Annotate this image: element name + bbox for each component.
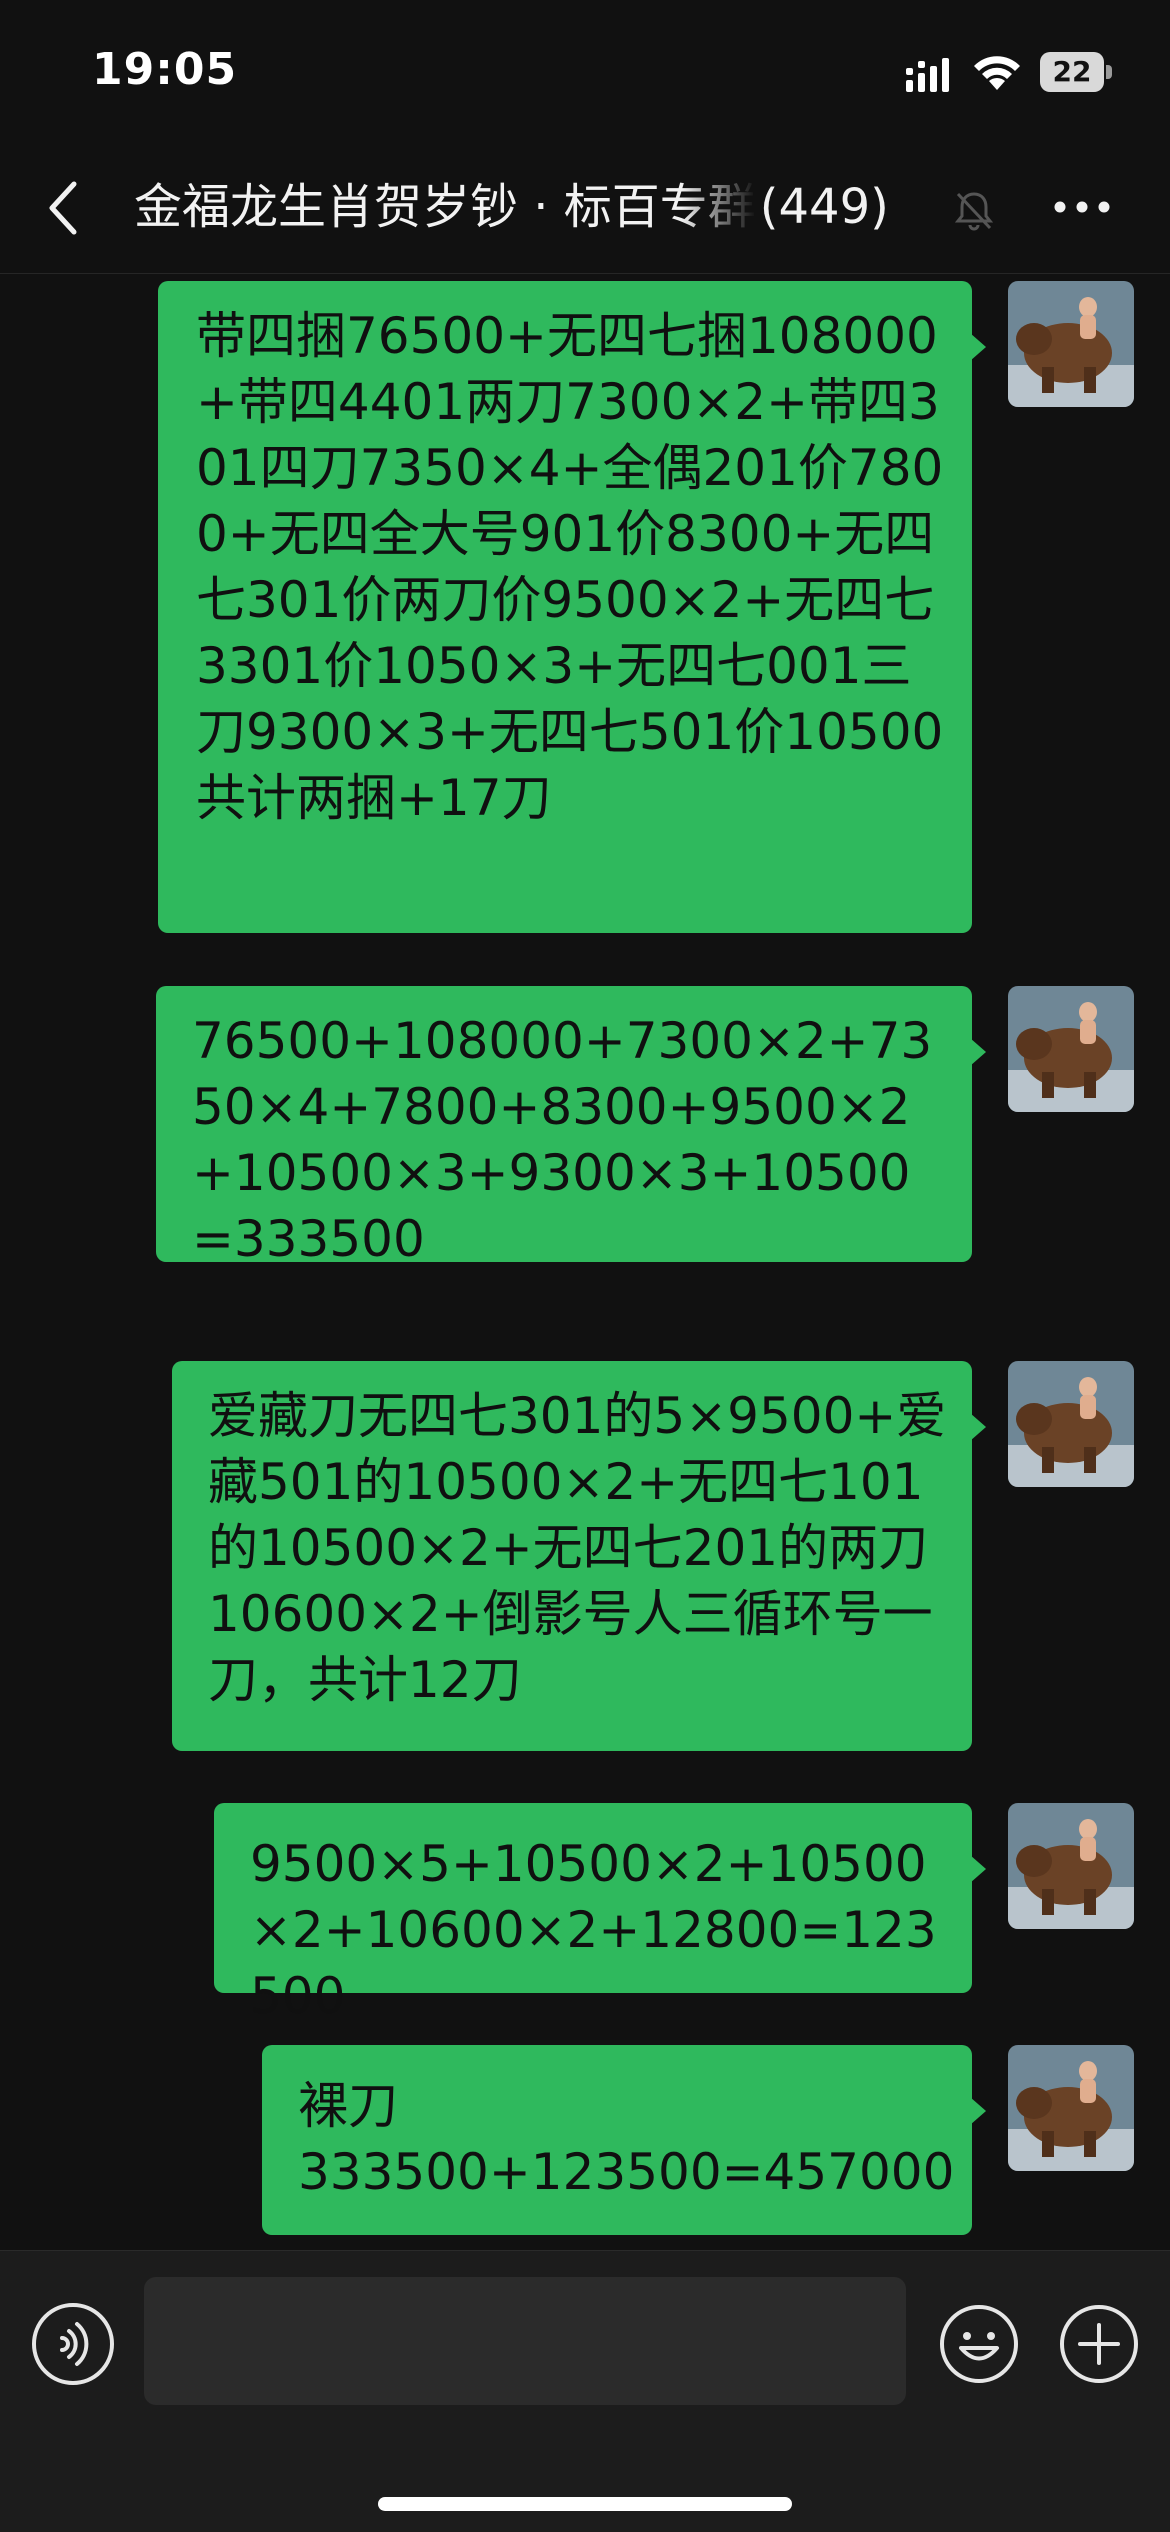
message-bubble[interactable]: 裸刀 333500+123500=457000 — [262, 2045, 986, 2235]
message-text: 爱藏刀无四七301的5×9500+爱藏501的10500×2+无四七101的10… — [208, 1387, 947, 1709]
status-bar: 19:05 22 — [0, 0, 1170, 140]
chat-screen: 19:05 22 金福龙生肖贺岁钞 · 标百专群 (449) 带四捆76500+… — [0, 0, 1170, 2532]
nav-bar: 金福龙生肖贺岁钞 · 标百专群 (449) — [0, 140, 1170, 274]
message-input[interactable] — [144, 2277, 906, 2405]
input-bar — [0, 2250, 1170, 2532]
voice-button[interactable] — [32, 2303, 114, 2385]
status-time: 19:05 — [92, 44, 238, 95]
home-indicator[interactable] — [378, 2497, 792, 2511]
battery-level: 22 — [1052, 55, 1092, 88]
bubble-tail — [970, 1038, 986, 1066]
avatar-image — [1008, 281, 1134, 407]
message-bubble[interactable]: 76500+108000+7300×2+7350×4+7800+8300+950… — [156, 986, 986, 1268]
avatar-image — [1008, 2045, 1134, 2171]
avatar-image — [1008, 986, 1134, 1112]
member-count: (449) — [759, 179, 889, 235]
message-text: 76500+108000+7300×2+7350×4+7800+8300+950… — [192, 1012, 933, 1268]
message-text: 带四捆76500+无四七捆108000+带四4401两刀7300×2+带四301… — [196, 307, 944, 827]
battery-cap — [1106, 65, 1112, 79]
message-bubble[interactable]: 9500×5+10500×2+10500×2+10600×2+12800=123… — [214, 1803, 986, 2025]
avatar-image — [1008, 1361, 1134, 1487]
message-bubble[interactable]: 爱藏刀无四七301的5×9500+爱藏501的10500×2+无四七101的10… — [172, 1361, 986, 1751]
bubble-tail — [970, 1855, 986, 1883]
bubble-tail — [970, 1413, 986, 1441]
mute-bell-icon — [954, 192, 994, 231]
signal-icon — [906, 58, 949, 92]
battery-icon: 22 — [1040, 52, 1112, 92]
avatar[interactable] — [1008, 281, 1134, 407]
bubble-tail — [970, 333, 986, 361]
back-chevron-icon[interactable] — [40, 178, 90, 238]
message-bubble[interactable]: 带四捆76500+无四七捆108000+带四4401两刀7300×2+带四301… — [158, 281, 986, 933]
avatar-image — [1008, 1803, 1134, 1929]
message-list: 带四捆76500+无四七捆108000+带四4401两刀7300×2+带四301… — [0, 275, 1170, 2250]
more-dots-icon[interactable] — [1050, 192, 1114, 222]
avatar[interactable] — [1008, 2045, 1134, 2171]
message-text: 裸刀 333500+123500=457000 — [298, 2077, 955, 2201]
chat-title[interactable]: 金福龙生肖贺岁钞 · 标百专群 (449) — [134, 176, 944, 238]
group-name: 金福龙生肖贺岁钞 · 标百专群 — [134, 179, 756, 235]
bubble-tail — [970, 2097, 986, 2125]
wifi-icon — [974, 56, 1020, 90]
message-text: 9500×5+10500×2+10500×2+10600×2+12800=123… — [250, 1835, 937, 2025]
emoji-icon[interactable] — [938, 2303, 1020, 2385]
plus-icon[interactable] — [1058, 2303, 1140, 2385]
avatar[interactable] — [1008, 986, 1134, 1112]
avatar[interactable] — [1008, 1361, 1134, 1487]
voice-icon — [60, 2322, 89, 2366]
avatar[interactable] — [1008, 1803, 1134, 1929]
